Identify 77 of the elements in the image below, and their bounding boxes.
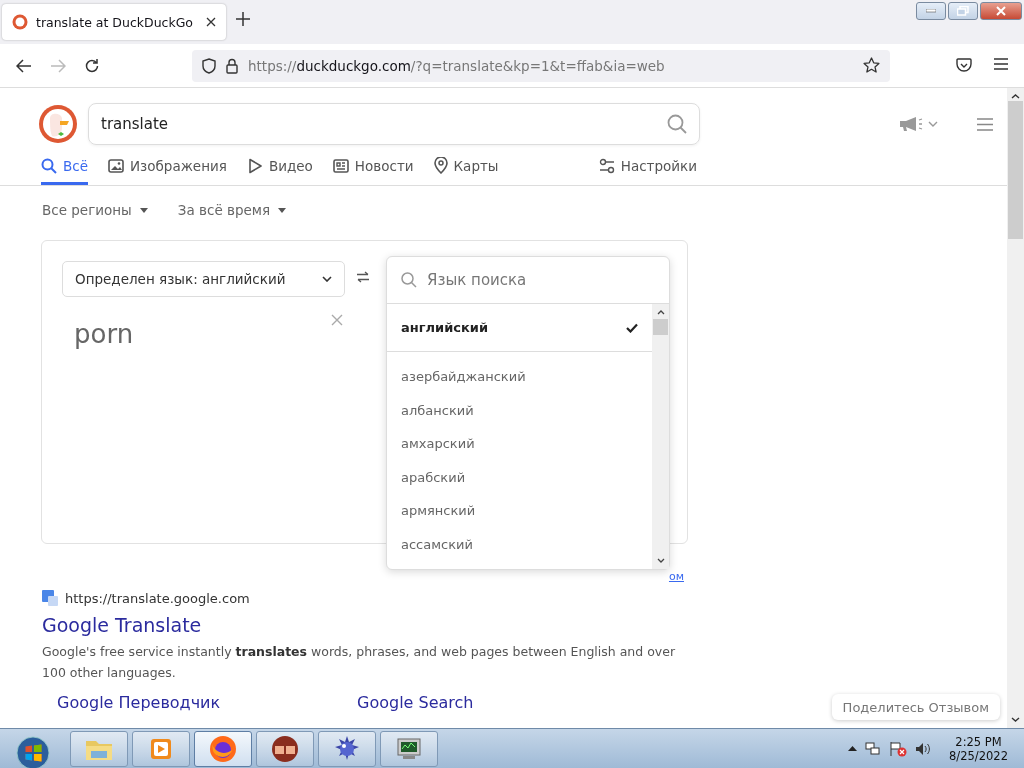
translate-favicon xyxy=(42,590,58,606)
restore-button[interactable] xyxy=(948,2,978,20)
taskbar-button[interactable] xyxy=(194,730,252,767)
menu-icon[interactable] xyxy=(977,117,993,131)
category-tab[interactable]: Видео xyxy=(246,153,313,185)
search-icon xyxy=(41,157,57,174)
scroll-down-icon[interactable] xyxy=(656,558,665,563)
language-option[interactable]: амхарский xyxy=(387,427,652,461)
app-icon xyxy=(270,733,300,764)
minimize-button[interactable] xyxy=(916,2,946,20)
close-button[interactable] xyxy=(980,2,1022,20)
show-hidden-icons[interactable] xyxy=(848,746,858,751)
scrollbar[interactable] xyxy=(1007,88,1024,728)
taskbar-button[interactable] xyxy=(256,730,314,767)
clock-time[interactable]: 2:25 PM xyxy=(955,734,1002,749)
settings-icon xyxy=(598,157,615,174)
newspaper-icon xyxy=(332,157,349,174)
new-tab-button[interactable] xyxy=(236,12,250,29)
language-option[interactable]: азербайджанский xyxy=(387,360,652,394)
language-option[interactable]: армянский xyxy=(387,494,652,528)
scrollbar[interactable] xyxy=(652,304,669,569)
filter-dropdown[interactable]: Все регионы xyxy=(42,202,148,218)
megaphone-icon[interactable] xyxy=(899,116,939,132)
source-language-select[interactable]: Определен язык: английский xyxy=(62,261,345,297)
volume-icon[interactable] xyxy=(915,741,932,756)
caret-icon xyxy=(139,207,148,213)
scroll-up-icon[interactable] xyxy=(1011,94,1020,99)
category-tab[interactable]: Изображения xyxy=(108,153,227,185)
url-text[interactable]: https://duckduckgo.com/?q=translate&kp=1&t=ffab&ia=web xyxy=(248,57,853,74)
clock-date[interactable]: 8/25/2022 xyxy=(949,748,1008,763)
browser-tab[interactable]: translate at DuckDuckGo xyxy=(2,4,226,40)
duck-logo[interactable] xyxy=(38,104,78,144)
menu-icon xyxy=(994,58,1008,70)
search-icon xyxy=(401,272,417,288)
flag-icon[interactable] xyxy=(889,740,908,757)
language-option[interactable]: арабский xyxy=(387,460,652,494)
close-icon[interactable] xyxy=(206,17,216,27)
taskbar-button[interactable] xyxy=(318,730,376,767)
lock-icon[interactable] xyxy=(226,57,238,74)
check-icon xyxy=(626,322,638,333)
search-field[interactable]: translate xyxy=(88,103,700,145)
settings-link[interactable]: Настройки xyxy=(598,153,697,185)
category-tab[interactable]: Всё xyxy=(41,153,88,185)
play-icon xyxy=(246,157,263,174)
category-tab[interactable]: Новости xyxy=(332,153,414,185)
map-pin-icon xyxy=(433,157,448,174)
address-bar[interactable]: https://duckduckgo.com/?q=translate&kp=1&t=ffab&ia=web xyxy=(192,49,890,82)
result-snippet: Google's free service instantly translates words, phrases, and web pages between English and over 100 other languages. xyxy=(42,643,677,682)
caret-icon xyxy=(278,207,287,213)
sitelink[interactable]: Google Search xyxy=(357,693,657,712)
scrollbar-thumb[interactable] xyxy=(1008,101,1023,239)
reload-icon xyxy=(84,57,100,74)
category-tab[interactable]: Карты xyxy=(433,153,499,185)
result-url[interactable]: https://translate.google.com xyxy=(65,590,250,606)
source-text[interactable]: porn xyxy=(74,319,134,349)
minimize-icon xyxy=(926,9,936,13)
taskbar-button[interactable] xyxy=(380,730,438,767)
image-icon xyxy=(108,157,124,174)
star-icon[interactable] xyxy=(863,57,880,74)
taskbar-button[interactable] xyxy=(132,730,190,767)
restore-icon xyxy=(957,6,969,16)
scroll-down-icon[interactable] xyxy=(1011,717,1020,722)
scroll-up-icon[interactable] xyxy=(656,310,665,315)
feedback-button[interactable]: Поделитесь Отзывом xyxy=(831,694,1000,720)
chevron-icon xyxy=(322,276,332,282)
network-icon[interactable] xyxy=(865,740,882,757)
search-icon[interactable] xyxy=(667,114,687,134)
filter-dropdown[interactable]: За всё время xyxy=(177,202,287,218)
shield-icon[interactable] xyxy=(202,57,216,74)
result-title[interactable]: Google Translate xyxy=(42,614,1007,636)
language-option[interactable]: ассамский xyxy=(387,527,652,561)
language-option[interactable]: албанский xyxy=(387,393,652,427)
link[interactable]: ом xyxy=(668,570,684,583)
sitelink[interactable]: Google Переводчик xyxy=(57,693,357,712)
firefox-icon xyxy=(208,733,238,764)
close-icon xyxy=(996,6,1006,16)
scrollbar-thumb[interactable] xyxy=(653,319,668,335)
